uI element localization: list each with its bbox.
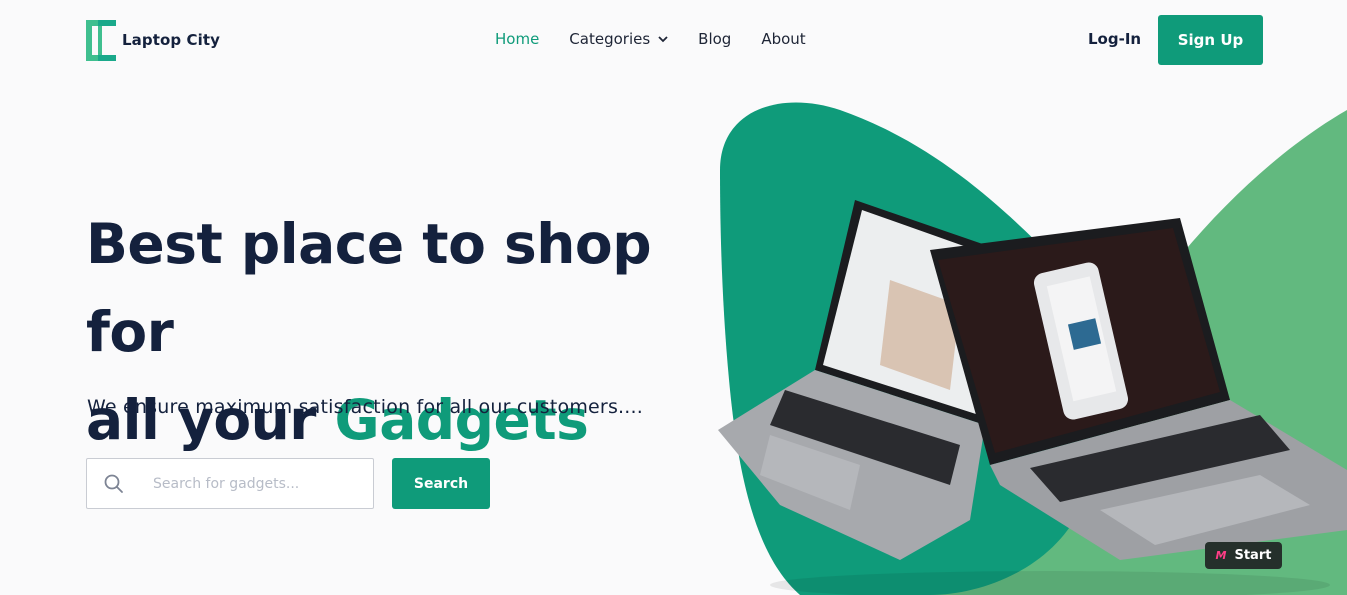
login-link[interactable]: Log-In (1088, 30, 1141, 48)
laptop-city-logo-icon (86, 19, 116, 61)
nav-about[interactable]: About (761, 30, 805, 48)
signup-button[interactable]: Sign Up (1158, 15, 1263, 65)
nav-categories[interactable]: Categories (569, 30, 668, 48)
hero-title: Best place to shop for all your Gadgets (86, 200, 726, 464)
search-input[interactable] (153, 471, 359, 497)
search-button[interactable]: Search (392, 458, 490, 509)
chevron-down-icon (658, 36, 668, 43)
site-header: Laptop City Home Categories Blog About L… (0, 0, 1347, 80)
brand-logo[interactable]: Laptop City (86, 19, 220, 61)
nav-blog[interactable]: Blog (698, 30, 731, 48)
hero-title-line1: Best place to shop for (86, 212, 652, 364)
nav-categories-label: Categories (569, 30, 651, 48)
start-label: Start (1234, 548, 1272, 563)
hero-subtitle: We ensure maximum satisfaction for all o… (87, 396, 644, 418)
start-badge[interactable]: M Start (1205, 542, 1282, 569)
main-nav: Home Categories Blog About (495, 30, 806, 48)
search-box (86, 458, 374, 509)
brand-name: Laptop City (122, 31, 221, 49)
hero-illustration (718, 102, 1347, 595)
nav-home[interactable]: Home (495, 30, 539, 48)
search-icon (104, 474, 123, 493)
m-logo-icon: M (1215, 549, 1227, 562)
